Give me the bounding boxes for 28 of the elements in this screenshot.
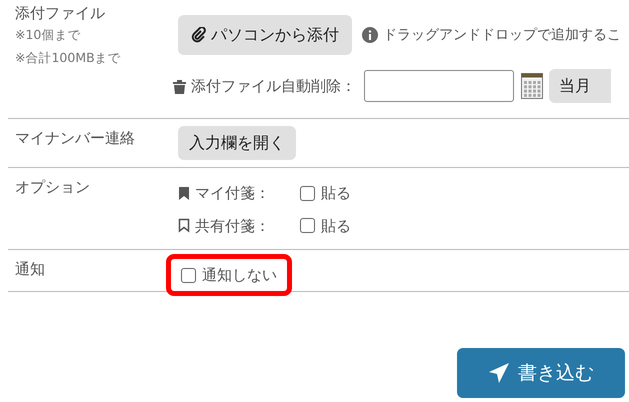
- field-label: マイナンバー連絡: [14, 128, 136, 149]
- field-label: 添付ファイル: [15, 3, 106, 23]
- upload-button[interactable]: パソコンから添付: [178, 15, 352, 55]
- field-label: オプション: [14, 177, 91, 198]
- option-label: マイ付箋：: [195, 183, 271, 204]
- note-text: ※10個まで: [15, 26, 82, 44]
- calendar-icon[interactable]: [521, 73, 543, 99]
- bookmark-outline-icon: [178, 218, 190, 234]
- checkbox[interactable]: [300, 186, 315, 201]
- note-text: ※合計100MBまで: [15, 49, 122, 67]
- checkbox-label[interactable]: 貼る: [321, 182, 351, 204]
- submit-button[interactable]: 書き込む: [457, 348, 625, 398]
- open-input-button[interactable]: 入力欄を開く: [178, 126, 296, 160]
- date-field[interactable]: [364, 70, 514, 102]
- option-label: 共有付箋：: [195, 216, 271, 236]
- checkbox-label[interactable]: 通知しない: [202, 264, 277, 286]
- date-button[interactable]: 当月: [549, 69, 611, 103]
- field-label: 通知: [14, 259, 46, 280]
- checkbox[interactable]: [181, 268, 196, 282]
- bookmark-icon: [178, 186, 190, 201]
- info-icon: [362, 27, 378, 43]
- hint-text: ドラッグアンドドロップで追加するこ: [383, 26, 621, 44]
- trash-icon: [173, 78, 186, 94]
- checkbox[interactable]: [300, 218, 315, 234]
- auto-delete-label: 添付ファイル自動削除：: [191, 76, 356, 97]
- send-icon: [488, 362, 510, 384]
- paperclip-icon: [191, 27, 207, 43]
- checkbox-label[interactable]: 貼る: [321, 214, 351, 237]
